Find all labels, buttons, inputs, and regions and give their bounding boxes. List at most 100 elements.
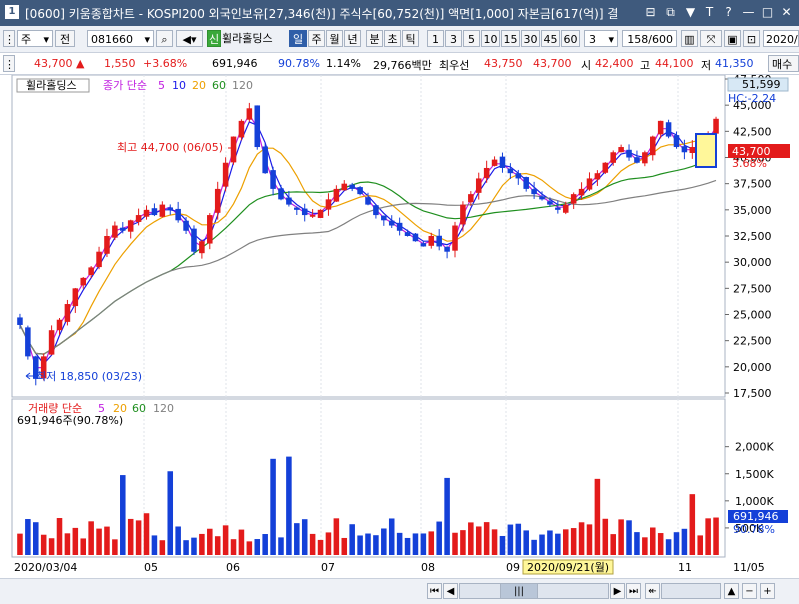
scroll-right-icon[interactable]: ▶ bbox=[610, 583, 625, 599]
zoom-track[interactable] bbox=[661, 583, 721, 599]
volume-bar bbox=[499, 535, 506, 555]
volume-bar bbox=[610, 534, 616, 555]
price-panel[interactable] bbox=[11, 74, 726, 398]
volume-bar bbox=[254, 539, 261, 555]
candle-body bbox=[602, 162, 609, 173]
volume-bar bbox=[381, 528, 387, 555]
scroll-left-icon[interactable]: ◀ bbox=[443, 583, 458, 599]
volume-bar bbox=[25, 519, 31, 555]
search-icon[interactable]: ⌕ bbox=[156, 30, 173, 47]
volume-bar bbox=[444, 477, 450, 555]
before-button[interactable]: 전 bbox=[55, 30, 75, 47]
volume-pct: 90.78% bbox=[278, 57, 320, 70]
candle-body bbox=[175, 208, 181, 221]
volume-bar bbox=[523, 530, 529, 555]
price-axis-label: 35,000 bbox=[733, 204, 772, 217]
candle-body bbox=[523, 177, 529, 189]
lock-icon[interactable]: ⊡ bbox=[743, 30, 760, 47]
candle-body bbox=[254, 105, 261, 148]
forecast-box bbox=[695, 133, 717, 168]
interval-60[interactable]: 60 bbox=[561, 30, 580, 47]
chevron-down-icon: ▾ bbox=[608, 33, 614, 46]
interval-15[interactable]: 15 bbox=[501, 30, 520, 47]
tab-monthly[interactable]: 월 bbox=[326, 30, 343, 47]
candle-body bbox=[191, 228, 197, 252]
interval-1[interactable]: 1 bbox=[427, 30, 444, 47]
scroll-first-icon[interactable]: ⏮ bbox=[427, 583, 442, 599]
interval-45[interactable]: 45 bbox=[541, 30, 560, 47]
volume-bar bbox=[468, 522, 474, 555]
volume-bar bbox=[294, 523, 300, 555]
price-axis-label: 37,500 bbox=[733, 178, 772, 191]
font-size-icon[interactable]: T bbox=[702, 5, 717, 20]
scroll-back-icon[interactable]: ↞ bbox=[645, 583, 660, 599]
zoom-out-icon[interactable]: − bbox=[742, 583, 757, 599]
zoom-in-icon[interactable]: + bbox=[760, 583, 775, 599]
close-button[interactable]: ✕ bbox=[779, 5, 794, 20]
volume-bar bbox=[665, 539, 672, 555]
candle-body bbox=[388, 220, 395, 226]
candle-body bbox=[64, 304, 71, 322]
tab-minute[interactable]: 분 bbox=[366, 30, 383, 47]
speaker-icon[interactable]: ◀▾ bbox=[176, 30, 203, 47]
crosshair-icon[interactable]: ⤧ bbox=[700, 30, 722, 47]
data-count-field[interactable]: 158/600 bbox=[622, 30, 677, 47]
volume-bar bbox=[618, 519, 624, 555]
volume-bar bbox=[341, 537, 348, 555]
price-volume-chart[interactable]: 47,50045,00042,50040,00037,50035,00032,5… bbox=[0, 73, 799, 578]
volume-pct-tag-text: 90.78% bbox=[733, 523, 775, 536]
new-listing-badge: 신 bbox=[207, 30, 221, 47]
candle-body bbox=[238, 120, 245, 138]
tab-weekly[interactable]: 주 bbox=[308, 30, 325, 47]
price-ma-label: 60 bbox=[212, 79, 226, 92]
buy-button[interactable]: 매수 bbox=[768, 55, 799, 72]
volume-bar bbox=[127, 518, 134, 555]
volume-bar bbox=[507, 524, 514, 555]
help-icon[interactable]: ? bbox=[721, 5, 736, 20]
scroll-thumb[interactable]: ||| bbox=[500, 583, 538, 599]
maximize-button[interactable]: □ bbox=[760, 5, 775, 20]
candle-body bbox=[183, 220, 189, 231]
tab-daily[interactable]: 일 bbox=[289, 30, 307, 47]
candle-body bbox=[634, 157, 640, 163]
restore-group-icon[interactable]: ⧉ bbox=[663, 5, 678, 20]
volume-bar bbox=[555, 533, 561, 555]
tab-tick[interactable]: 틱 bbox=[402, 30, 419, 47]
minimize-button[interactable]: — bbox=[741, 5, 756, 20]
zoom-slider-icon[interactable]: ▲ bbox=[724, 583, 739, 599]
tab-yearly[interactable]: 년 bbox=[344, 30, 361, 47]
candle-body bbox=[396, 222, 403, 231]
date-label-nov: 11 bbox=[678, 561, 692, 574]
date-input[interactable]: 2020/ bbox=[763, 30, 799, 47]
period-unit-select[interactable]: 주 ▾ bbox=[17, 30, 53, 47]
candle-body bbox=[452, 225, 458, 251]
date-label-aug: 08 bbox=[421, 561, 435, 574]
save-icon[interactable]: ▣ bbox=[724, 30, 741, 47]
chart-area[interactable]: 47,50045,00042,50040,00037,50035,00032,5… bbox=[0, 73, 799, 578]
candle-body bbox=[349, 184, 355, 189]
interval-10[interactable]: 10 bbox=[481, 30, 500, 47]
volume-bar bbox=[626, 520, 632, 555]
volume-bar bbox=[222, 525, 229, 555]
screen-split-icon[interactable]: ⊟ bbox=[643, 5, 658, 20]
low-price: 41,350 bbox=[715, 57, 754, 70]
interval-select[interactable]: 3 ▾ bbox=[584, 30, 618, 47]
candle-body bbox=[112, 225, 118, 238]
stock-code-input[interactable]: 081660 ▾ bbox=[87, 30, 154, 47]
scroll-last-icon[interactable]: ⏭ bbox=[626, 583, 641, 599]
bar-chart-icon[interactable]: ▥ bbox=[681, 30, 698, 47]
candle-body bbox=[665, 122, 672, 137]
window-title: [0600] 키움종합차트 - KOSPI200 외국인보유[27,346(천)… bbox=[25, 7, 619, 21]
volume-bar bbox=[230, 539, 237, 555]
interval-5[interactable]: 5 bbox=[463, 30, 480, 47]
candle-body bbox=[270, 170, 276, 189]
volume-bar bbox=[72, 527, 79, 555]
interval-3[interactable]: 3 bbox=[445, 30, 462, 47]
candle-body bbox=[689, 147, 696, 154]
interval-30[interactable]: 30 bbox=[521, 30, 540, 47]
candle-body bbox=[404, 232, 411, 236]
pin-icon[interactable]: ▼ bbox=[683, 5, 698, 20]
stock-name: 휠라홀딩스 bbox=[222, 30, 286, 47]
tab-second[interactable]: 초 bbox=[384, 30, 401, 47]
candle-body bbox=[626, 149, 632, 158]
